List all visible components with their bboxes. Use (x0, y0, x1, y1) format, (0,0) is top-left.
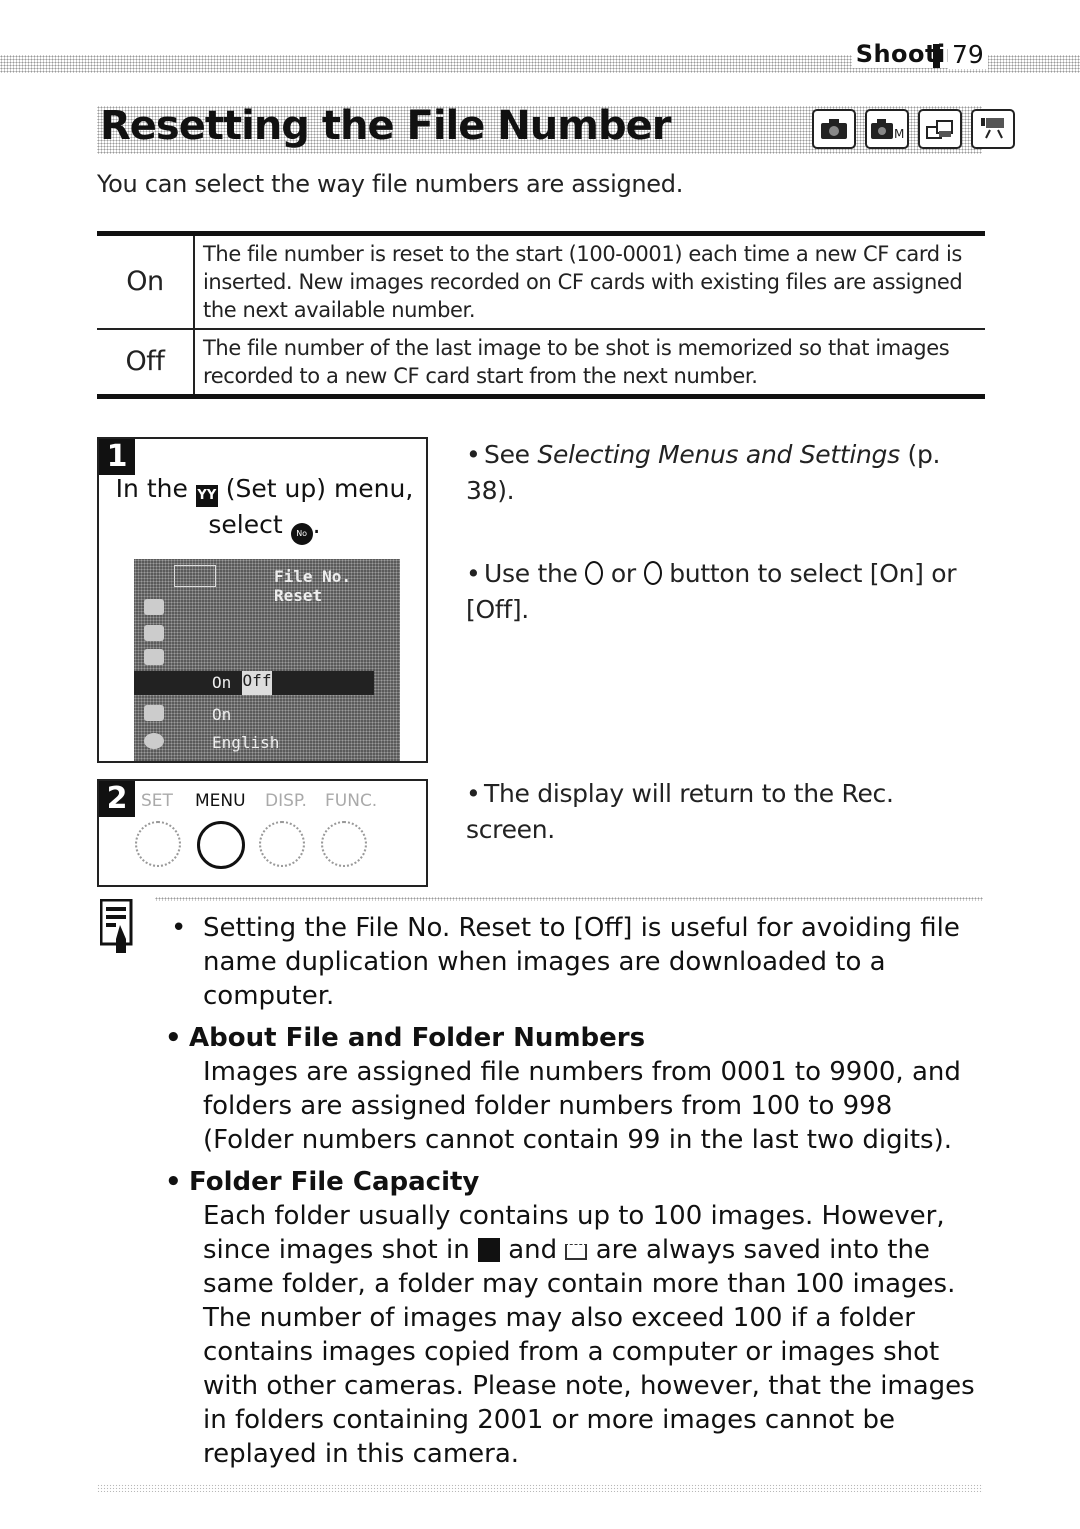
note-body-file-folder-numbers: Images are assigned file numbers from 00… (203, 1057, 961, 1155)
movie-mode-icon (971, 109, 1015, 149)
stitch-assist-icon (565, 1244, 588, 1260)
note-bullet: • Setting the File No. Reset to [Off] is … (171, 913, 960, 1011)
auto-mode-icon (812, 109, 856, 149)
lcd-title: File No. Reset (274, 567, 352, 605)
step-1-number: 1 (99, 439, 135, 475)
func-label: FUNC. (325, 791, 378, 811)
table-row: On The file number is reset to the start… (97, 233, 985, 329)
option-off: Off (97, 328, 195, 397)
step-1-instruction: In the ΥΥ (Set up) menu, select No. (99, 471, 430, 545)
step-1-middle: (Set up) menu, (225, 474, 414, 503)
step-2-number: 2 (99, 781, 135, 817)
menu-label: MENU (195, 791, 246, 811)
table-row: Off The file number of the last image to… (97, 328, 985, 397)
footer-band (97, 1484, 983, 1492)
note-body-folder-capacity: Each folder usually contains up to 100 i… (203, 1201, 975, 1469)
step-1-select: select (208, 510, 283, 539)
set-label: SET (141, 791, 173, 811)
lcd-row-language: English (212, 733, 280, 752)
lcd-setup-tab (174, 565, 216, 587)
file-no-reset-icon: No (290, 523, 313, 545)
note-section: • Setting the File No. Reset to [Off] is … (165, 911, 980, 1471)
lcd-language-icon (144, 733, 164, 749)
lcd-option-off-selected: Off (242, 671, 272, 695)
page-title: Resetting the File Number (100, 103, 671, 149)
option-off-description: The file number of the last image to be … (194, 328, 985, 397)
manual-mode-icon: M (865, 109, 909, 149)
set-button-icon (135, 821, 181, 867)
lcd-side-icon (144, 705, 164, 721)
right-button-icon (643, 561, 662, 585)
header-divider (933, 44, 940, 68)
note-heading-file-folder-numbers: • About File and Folder Numbers (165, 1023, 646, 1053)
lcd-row-value: On (212, 705, 232, 724)
step-2-bullet-1: • The display will return to the Rec. scr… (466, 779, 894, 844)
svg-text:M: M (894, 127, 904, 141)
note-icon (99, 898, 136, 955)
setup-menu-icon: ΥΥ (195, 485, 218, 507)
lcd-option-on: On (212, 673, 232, 692)
lcd-screen: File No. Reset On Off On English (134, 559, 400, 761)
menu-button-icon (197, 821, 245, 869)
option-on: On (97, 233, 195, 329)
step-1-box: 1 In the ΥΥ (Set up) menu, select No. Fi… (97, 437, 428, 763)
lcd-side-icon (144, 625, 164, 641)
camera-buttons-illustration: SET MENU DISP. FUNC. (135, 781, 427, 885)
continuous-shooting-icon (477, 1238, 500, 1262)
stitch-assist-icon (918, 109, 962, 149)
func-button-icon (321, 821, 367, 867)
disp-label: DISP. (265, 791, 307, 811)
step-1-prefix: In the (115, 474, 188, 503)
disp-button-icon (259, 821, 305, 867)
page-number: 79 (948, 40, 988, 69)
lcd-side-icon (144, 599, 164, 615)
lcd-side-icon (144, 649, 164, 665)
reference-link: Selecting Menus and Settings (537, 440, 900, 469)
intro-text: You can select the way file numbers are … (97, 170, 684, 198)
settings-table: On The file number is reset to the start… (97, 231, 985, 399)
step-2-box: 2 SET MENU DISP. FUNC. (97, 779, 428, 887)
step-1-bullet-2: • Use the or button to select [On] or [Of… (466, 559, 957, 624)
note-heading-folder-capacity: • Folder File Capacity (165, 1167, 480, 1197)
option-on-description: The file number is reset to the start (1… (203, 242, 963, 322)
mode-icons: M (812, 109, 1015, 149)
note-separator (155, 897, 983, 901)
left-button-icon (585, 561, 604, 585)
step-1-bullet-1: • See Selecting Menus and Settings (p. 38… (466, 440, 941, 505)
